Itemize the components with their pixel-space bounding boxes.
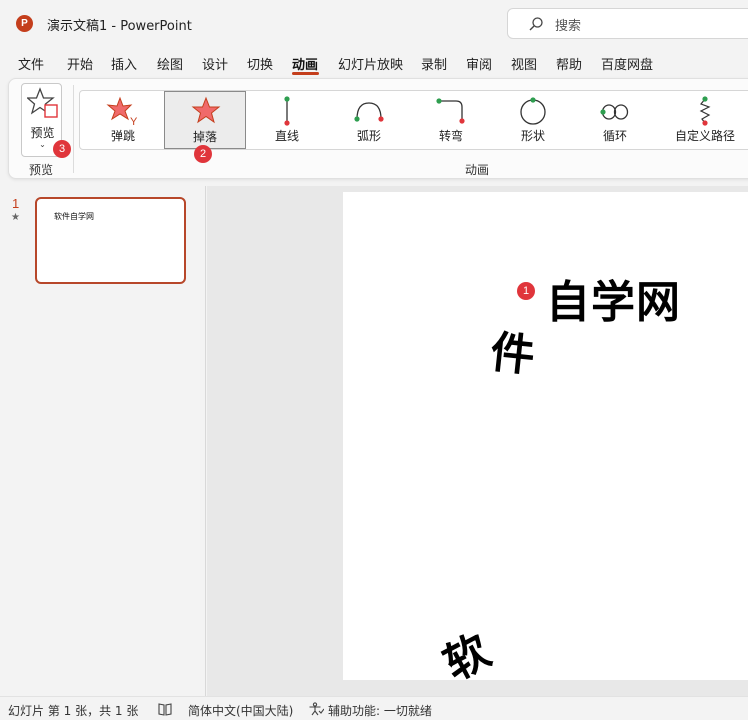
tab-insert[interactable]: 插入 — [111, 54, 137, 73]
search-icon — [529, 17, 543, 31]
tab-file[interactable]: 文件 — [18, 54, 44, 73]
loop-path-icon — [600, 104, 629, 120]
animation-arc[interactable]: 弧形 — [334, 91, 404, 149]
animation-label: 掉落 — [192, 130, 217, 144]
animation-bounce[interactable]: Y 弹跳 — [88, 91, 158, 149]
animation-label: 弧形 — [356, 129, 381, 143]
animation-shape[interactable]: 形状 — [498, 91, 568, 149]
step-badge-2: 2 — [194, 145, 212, 163]
turn-path-icon — [436, 98, 465, 124]
animation-star-icon: ★ — [11, 212, 20, 223]
animation-label: 形状 — [520, 129, 545, 143]
animation-gallery: Y 弹跳 掉落 直线 弧形 转弯 形状 循环 自定义路径 — [79, 90, 748, 150]
tab-design[interactable]: 设计 — [202, 54, 228, 73]
slide-title-text[interactable]: 自学网 — [546, 266, 681, 330]
language-status[interactable]: 简体中文(中国大陆) — [188, 702, 293, 719]
accessibility-icon[interactable] — [308, 702, 324, 716]
tab-home[interactable]: 开始 — [67, 54, 93, 73]
powerpoint-logo-icon: P — [16, 15, 33, 32]
slide-editor: 1 自学网 件 软 — [207, 186, 748, 696]
preview-star-icon — [27, 87, 58, 118]
preview-label: 预览 — [30, 126, 55, 140]
animation-group-label: 动画 — [465, 163, 490, 177]
drop-star-icon — [191, 96, 221, 124]
tab-help[interactable]: 帮助 — [556, 54, 582, 73]
animation-label: 转弯 — [438, 129, 463, 143]
shape-path-icon — [520, 97, 546, 125]
document-title: 演示文稿1 - PowerPoint — [47, 19, 192, 34]
preview-group-label: 预览 — [29, 163, 54, 177]
line-path-icon — [284, 96, 290, 126]
arc-path-icon — [354, 102, 384, 122]
slide-count-status: 幻灯片 第 1 张，共 1 张 — [8, 704, 139, 718]
tab-draw[interactable]: 绘图 — [157, 54, 183, 73]
group-divider — [73, 85, 74, 173]
search-placeholder: 搜索 — [555, 19, 582, 34]
animation-turn[interactable]: 转弯 — [416, 91, 486, 149]
animation-label: 直线 — [274, 129, 299, 143]
ribbon-tabs: 文件 开始 插入 绘图 设计 切换 动画 幻灯片放映 录制 审阅 视图 帮助 百… — [0, 50, 748, 78]
book-icon[interactable] — [157, 702, 173, 716]
bounce-star-icon: Y — [106, 96, 138, 128]
tab-slideshow[interactable]: 幻灯片放映 — [338, 54, 403, 73]
tab-baidu-netdisk[interactable]: 百度网盘 — [601, 54, 653, 73]
status-bar: 幻灯片 第 1 张，共 1 张 简体中文(中国大陆) 辅助功能: 一切就绪 — [0, 696, 748, 720]
animation-drop[interactable]: 掉落 — [164, 91, 246, 149]
falling-char[interactable]: 软 — [431, 615, 500, 692]
tab-review[interactable]: 审阅 — [466, 54, 492, 73]
tab-transitions[interactable]: 切换 — [247, 54, 273, 73]
step-badge-3: 3 — [53, 140, 71, 158]
search-input[interactable]: 搜索 — [507, 8, 748, 39]
title-bar: P 演示文稿1 - PowerPoint 搜索 — [0, 0, 748, 46]
animation-label: 自定义路径 — [674, 129, 735, 143]
animation-label: 弹跳 — [110, 129, 135, 143]
tab-view[interactable]: 视图 — [511, 54, 537, 73]
animation-ribbon: 预览 ⌄ 3 预览 Y 弹跳 掉落 直线 弧形 转弯 形状 循环 自定义路径 2… — [8, 78, 748, 179]
tab-animations[interactable]: 动画 — [292, 54, 318, 73]
animation-line[interactable]: 直线 — [252, 91, 322, 149]
falling-char[interactable]: 件 — [488, 316, 538, 384]
slide-canvas[interactable]: 1 自学网 件 软 — [343, 192, 748, 691]
thumbnail-text: 软件自学网 — [54, 212, 94, 221]
animation-label: 循环 — [602, 129, 627, 143]
accessibility-status[interactable]: 辅助功能: 一切就绪 — [328, 702, 432, 719]
step-badge-1: 1 — [517, 282, 535, 300]
active-tab-indicator — [292, 72, 319, 75]
slide-number: 1 — [12, 196, 20, 211]
slide-thumbnail-pane: 1 ★ 软件自学网 — [0, 186, 206, 696]
tab-record[interactable]: 录制 — [421, 54, 447, 73]
animation-loop[interactable]: 循环 — [580, 91, 650, 149]
animation-custom-path[interactable]: 自定义路径 — [660, 91, 748, 149]
custom-path-icon — [699, 96, 711, 126]
slide-thumbnail[interactable]: 软件自学网 — [35, 197, 186, 284]
